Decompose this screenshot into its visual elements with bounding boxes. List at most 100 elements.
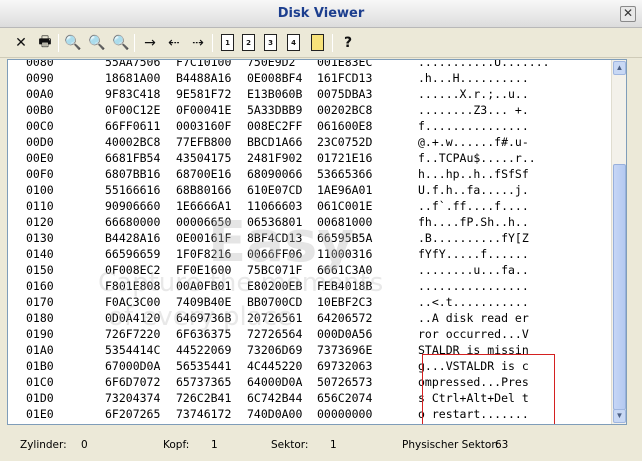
hex-row-ascii[interactable]: ........Z3... +.	[418, 102, 529, 118]
hex-cell[interactable]: 65737365	[176, 374, 231, 390]
hex-cell[interactable]: 73746172	[176, 406, 231, 422]
goto-arrow-icon[interactable]: →	[140, 33, 160, 53]
hex-cell[interactable]: B4488A16	[176, 70, 231, 86]
hex-row[interactable]: 01B0 67000D0A 56535441 4C445220 69732063 g...…	[8, 358, 612, 374]
hex-cell[interactable]: 20726561	[247, 310, 302, 326]
hex-cell[interactable]: 90906660	[105, 198, 160, 214]
hex-row[interactable]: 00A0 9F83C418 9E581F72 E13B060B 0075DBA3....…	[8, 86, 612, 102]
hex-cell[interactable]: 18681A00	[105, 70, 160, 86]
hex-row[interactable]: 0100 55166616 68B80166 610E07CD 1AE96A01 U.f.…	[8, 182, 612, 198]
hex-cell[interactable]: F7C10100	[176, 60, 231, 70]
hex-cell[interactable]: FEB4018B	[317, 278, 372, 294]
hex-cell[interactable]: 75BC071F	[247, 262, 302, 278]
hex-cell[interactable]: 0E008BF4	[247, 70, 302, 86]
scroll-down-button[interactable]: ▼	[613, 409, 626, 423]
hex-cell[interactable]: 67000D0A	[105, 358, 160, 374]
hex-row-ascii[interactable]: o restart.......	[418, 406, 529, 422]
hex-cell[interactable]: 5A33DBB9	[247, 102, 302, 118]
hex-row-ascii[interactable]: ................	[418, 278, 529, 294]
hex-row[interactable]: 00C0 66FF0611 0003160F 008EC2FF 061600E8 f...…	[8, 118, 612, 134]
hex-row-ascii[interactable]: ........u...fa..	[418, 262, 529, 278]
hex-cell[interactable]: 10EBF2C3	[317, 294, 372, 310]
hex-cell[interactable]: 0003160F	[176, 118, 231, 134]
hex-cell[interactable]: 1F0F8216	[176, 246, 231, 262]
hex-cell[interactable]: 69732063	[317, 358, 372, 374]
hex-cell[interactable]: 00202BC8	[317, 102, 372, 118]
hex-cell[interactable]: 061C001E	[317, 198, 372, 214]
hex-cell[interactable]: E13B060B	[247, 86, 302, 102]
hex-cell[interactable]: 6F636375	[176, 326, 231, 342]
hex-row-ascii[interactable]: ..<.t...........	[418, 294, 529, 310]
hex-row[interactable]: 01E0 6F207265 73746172 740D0A00 00000000 o re…	[8, 406, 612, 422]
hex-cell[interactable]: 0E00161F	[176, 230, 231, 246]
hex-row[interactable]: 00F0 6807BB16 68700E16 68090066 53665366 h...…	[8, 166, 612, 182]
hex-cell[interactable]: 6807BB16	[105, 166, 160, 182]
hex-row-ascii[interactable]: ...........U.......	[418, 60, 550, 70]
hex-cell[interactable]: 008EC2FF	[247, 118, 302, 134]
doc-active-icon[interactable]	[311, 34, 324, 51]
hex-cell[interactable]: BBCD1A66	[247, 134, 302, 150]
hex-row[interactable]: 0160 F801E808 00A0FB01 E80200EB FEB4018B....…	[8, 278, 612, 294]
hex-row-ascii[interactable]: fYfY.....f......	[418, 246, 529, 262]
hex-row[interactable]: 0150 0F008EC2 FF0E1600 75BC071F 6661C3A0....…	[8, 262, 612, 278]
hex-row[interactable]: 0120 66680000 00006650 06536801 00681000 fh..…	[8, 214, 612, 230]
doc-1-icon[interactable]: 1	[221, 34, 234, 51]
hex-row-ascii[interactable]: h...hp..h..fSfSf	[418, 166, 529, 182]
hex-cell[interactable]: 06536801	[247, 214, 302, 230]
vertical-scrollbar[interactable]: ▲ ▼	[611, 60, 626, 424]
hex-cell[interactable]: E80200EB	[247, 278, 302, 294]
hex-cell[interactable]: F801E808	[105, 278, 160, 294]
hex-cell[interactable]: 161FCD13	[317, 70, 372, 86]
hex-cell[interactable]: 00A0FB01	[176, 278, 231, 294]
hex-cell[interactable]: 0D0A4120	[105, 310, 160, 326]
hex-cell[interactable]: 2481F902	[247, 150, 302, 166]
hex-row[interactable]: 00B0 0F00C12E 0F00041E 5A33DBB9 00202BC8....…	[8, 102, 612, 118]
hex-cell[interactable]: 53665366	[317, 166, 372, 182]
hex-row-ascii[interactable]: .B..........fY[Z	[418, 230, 529, 246]
hex-row-ascii[interactable]: U.f.h..fa.....j.	[418, 182, 529, 198]
hex-cell[interactable]: 01721E16	[317, 150, 372, 166]
hex-cell[interactable]: 6469736B	[176, 310, 231, 326]
hex-cell[interactable]: 40002BC8	[105, 134, 160, 150]
hex-cell[interactable]: 0066FF06	[247, 246, 302, 262]
hex-cell[interactable]: 55166616	[105, 182, 160, 198]
hex-cell[interactable]: 726C2B41	[176, 390, 231, 406]
hex-cell[interactable]: 061600E8	[317, 118, 372, 134]
hex-cell[interactable]: 4C445220	[247, 358, 302, 374]
hex-cell[interactable]: 6F207265	[105, 406, 160, 422]
hex-cell[interactable]: 00000000	[105, 422, 160, 424]
hex-cell[interactable]: 750E9D2	[247, 60, 295, 70]
hex-row-ascii[interactable]: s Ctrl+Alt+Del t	[418, 390, 529, 406]
hex-row-ascii[interactable]: ..f`.ff....f....	[418, 198, 529, 214]
hex-cell[interactable]: 7373696E	[317, 342, 372, 358]
hex-row[interactable]: 00E0 6681FB54 43504175 2481F902 01721E16 f..T…	[8, 150, 612, 166]
hex-cell[interactable]: 809DB2CA	[247, 422, 302, 424]
hex-cell[interactable]: F0AC3C00	[105, 294, 160, 310]
hex-row[interactable]: 0170 F0AC3C00 7409B40E BB0700CD 10EBF2C3 ..<.…	[8, 294, 612, 310]
hex-cell[interactable]: 00000000	[176, 422, 231, 424]
help-icon[interactable]: ?	[338, 33, 358, 53]
hex-cell[interactable]: 6C742B44	[247, 390, 302, 406]
close-icon[interactable]: ✕	[11, 33, 31, 53]
hex-cell[interactable]: 000D0A56	[317, 326, 372, 342]
hex-row-ascii[interactable]: fh....fP.Sh..h..	[418, 214, 529, 230]
hex-view[interactable]: 0080 55AA7506 F7C10100 750E9D2 001E83EC.....…	[7, 59, 627, 425]
hex-cell[interactable]: 43504175	[176, 150, 231, 166]
hex-row[interactable]: 01C0 6F6D7072 65737365 64000D0A 50726573 ompr…	[8, 374, 612, 390]
hex-cell[interactable]: 68B80166	[176, 182, 231, 198]
hex-cell[interactable]: 73204374	[105, 390, 160, 406]
hex-cell[interactable]: 66FF0611	[105, 118, 160, 134]
hex-row-ascii[interactable]: ..............U.	[418, 422, 529, 424]
forward-arrow-icon[interactable]: ⇢	[188, 33, 208, 53]
hex-row-ascii[interactable]: STALDR is missin	[418, 342, 529, 358]
hex-cell[interactable]: 00006650	[176, 214, 231, 230]
hex-cell[interactable]: 1AE96A01	[317, 182, 372, 198]
hex-cell[interactable]: 72726564	[247, 326, 302, 342]
hex-row-ascii[interactable]: f...............	[418, 118, 529, 134]
hex-cell[interactable]: 656C2074	[317, 390, 372, 406]
window-close-button[interactable]: ✕	[620, 6, 636, 22]
hex-cell[interactable]: 610E07CD	[247, 182, 302, 198]
hex-cell[interactable]: 9F83C418	[105, 86, 160, 102]
print-icon[interactable]: 🖶	[35, 33, 55, 53]
hex-row[interactable]: 01A0 5354414C 44522069 73206D69 7373696E STAL…	[8, 342, 612, 358]
